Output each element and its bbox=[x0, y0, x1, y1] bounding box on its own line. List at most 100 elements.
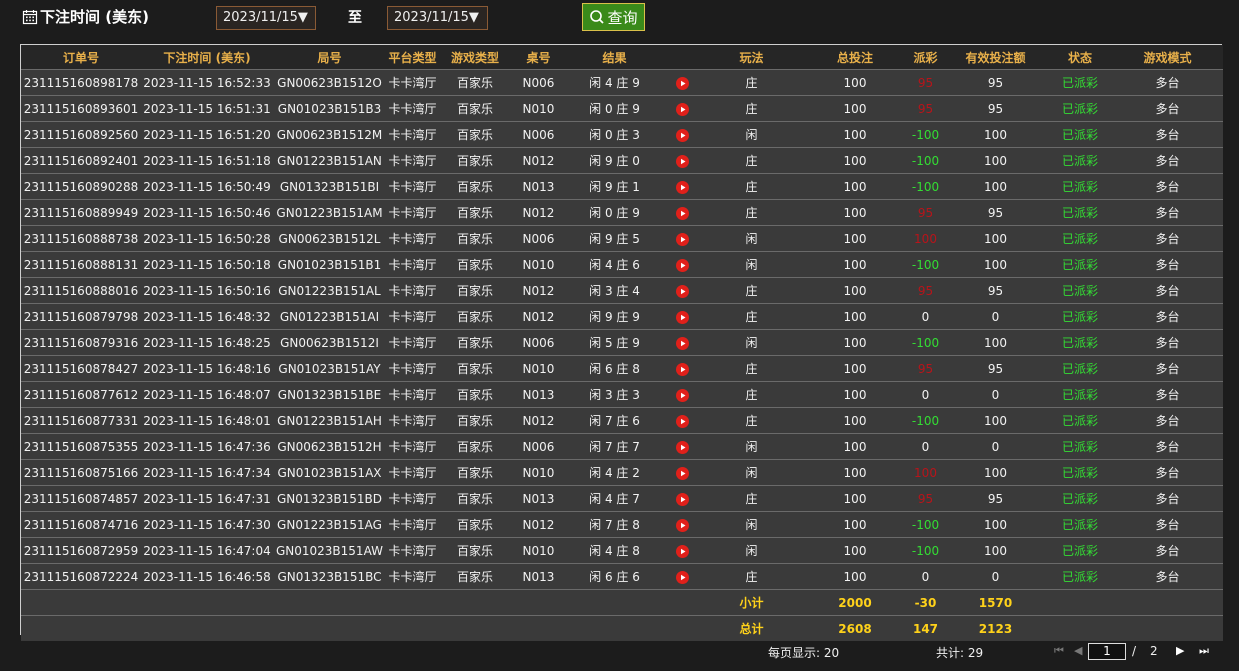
order-number-cell: 231115160898178 bbox=[21, 69, 141, 96]
col-play-type: 玩法 bbox=[701, 45, 802, 70]
play-icon[interactable] bbox=[675, 388, 689, 402]
play-icon[interactable] bbox=[675, 206, 689, 220]
play-icon[interactable] bbox=[675, 310, 689, 324]
next-page-icon[interactable]: ▶ bbox=[1176, 644, 1184, 657]
play-type-cell: 庄 bbox=[701, 485, 802, 512]
replay-cell[interactable] bbox=[663, 147, 701, 174]
status-cell: 已派彩 bbox=[1048, 147, 1112, 174]
play-icon[interactable] bbox=[675, 466, 689, 480]
status-cell: 已派彩 bbox=[1048, 69, 1112, 96]
order-number-cell: 231115160877612 bbox=[21, 381, 141, 408]
table-number-cell: N006 bbox=[511, 121, 566, 148]
total-row-payout: 147 bbox=[908, 615, 943, 641]
platform-cell: 卡卡湾厅 bbox=[386, 95, 439, 122]
round-id-cell: GN01323B151BE bbox=[273, 381, 386, 408]
first-page-icon[interactable]: ⏮ bbox=[1054, 644, 1064, 658]
total-bet-cell: 100 bbox=[802, 433, 908, 460]
play-icon[interactable] bbox=[675, 336, 689, 350]
empty-cell bbox=[141, 615, 273, 641]
date-from-select[interactable]: 2023/11/15▼ bbox=[216, 6, 316, 30]
valid-bet-cell: 100 bbox=[943, 329, 1048, 356]
payout-cell: 95 bbox=[908, 277, 943, 304]
replay-cell[interactable] bbox=[663, 433, 701, 460]
game-type-cell: 百家乐 bbox=[439, 277, 511, 304]
replay-cell[interactable] bbox=[663, 381, 701, 408]
game-type-cell: 百家乐 bbox=[439, 563, 511, 590]
replay-cell[interactable] bbox=[663, 511, 701, 538]
play-icon[interactable] bbox=[675, 180, 689, 194]
replay-cell[interactable] bbox=[663, 563, 701, 590]
replay-cell[interactable] bbox=[663, 95, 701, 122]
table-number-cell: N013 bbox=[511, 381, 566, 408]
replay-cell[interactable] bbox=[663, 199, 701, 226]
date-range-separator: 至 bbox=[348, 10, 362, 26]
replay-cell[interactable] bbox=[663, 303, 701, 330]
play-icon[interactable] bbox=[675, 102, 689, 116]
play-icon[interactable] bbox=[675, 76, 689, 90]
replay-cell[interactable] bbox=[663, 251, 701, 278]
total-bet-cell: 100 bbox=[802, 381, 908, 408]
status-cell: 已派彩 bbox=[1048, 121, 1112, 148]
date-to-select[interactable]: 2023/11/15▼ bbox=[387, 6, 488, 30]
platform-cell: 卡卡湾厅 bbox=[386, 199, 439, 226]
valid-bet-cell: 0 bbox=[943, 381, 1048, 408]
total-row: 总计 2608 147 2123 bbox=[21, 615, 1223, 641]
game-mode-cell: 多台 bbox=[1112, 225, 1223, 252]
play-type-cell: 庄 bbox=[701, 95, 802, 122]
round-id-cell: GN01023B151AX bbox=[273, 459, 386, 486]
play-icon[interactable] bbox=[675, 232, 689, 246]
table-row: 231115160879316 2023-11-15 16:48:25 GN0062… bbox=[21, 329, 1223, 356]
current-page-input[interactable]: 1 bbox=[1088, 643, 1126, 660]
replay-cell[interactable] bbox=[663, 329, 701, 356]
col-game-type: 游戏类型 bbox=[439, 45, 511, 70]
replay-cell[interactable] bbox=[663, 277, 701, 304]
result-cell: 闲 7 庄 8 bbox=[566, 511, 663, 538]
valid-bet-cell: 95 bbox=[943, 69, 1048, 96]
status-cell: 已派彩 bbox=[1048, 355, 1112, 382]
replay-cell[interactable] bbox=[663, 355, 701, 382]
play-icon[interactable] bbox=[675, 518, 689, 532]
play-icon[interactable] bbox=[675, 414, 689, 428]
result-cell: 闲 0 庄 3 bbox=[566, 121, 663, 148]
play-icon[interactable] bbox=[675, 284, 689, 298]
play-icon[interactable] bbox=[675, 570, 689, 584]
play-icon[interactable] bbox=[675, 492, 689, 506]
prev-page-icon[interactable]: ◀ bbox=[1074, 644, 1082, 657]
play-icon[interactable] bbox=[675, 258, 689, 272]
play-type-cell: 闲 bbox=[701, 329, 802, 356]
play-icon[interactable] bbox=[675, 362, 689, 376]
payout-cell: -100 bbox=[908, 511, 943, 538]
replay-cell[interactable] bbox=[663, 407, 701, 434]
last-page-icon[interactable]: ⏭ bbox=[1199, 644, 1209, 658]
total-bet-cell: 100 bbox=[802, 69, 908, 96]
status-cell: 已派彩 bbox=[1048, 407, 1112, 434]
game-mode-cell: 多台 bbox=[1112, 459, 1223, 486]
total-bet-cell: 100 bbox=[802, 355, 908, 382]
play-icon[interactable] bbox=[675, 154, 689, 168]
replay-cell[interactable] bbox=[663, 537, 701, 564]
play-icon[interactable] bbox=[675, 440, 689, 454]
replay-cell[interactable] bbox=[663, 225, 701, 252]
game-mode-cell: 多台 bbox=[1112, 303, 1223, 330]
platform-cell: 卡卡湾厅 bbox=[386, 303, 439, 330]
total-row-label: 总计 bbox=[701, 615, 802, 641]
platform-cell: 卡卡湾厅 bbox=[386, 537, 439, 564]
replay-cell[interactable] bbox=[663, 485, 701, 512]
table-row: 231115160888738 2023-11-15 16:50:28 GN0062… bbox=[21, 225, 1223, 252]
play-icon[interactable] bbox=[675, 128, 689, 142]
col-round-id: 局号 bbox=[273, 45, 386, 70]
round-id-cell: GN01223B151AG bbox=[273, 511, 386, 538]
play-type-cell: 庄 bbox=[701, 407, 802, 434]
game-type-cell: 百家乐 bbox=[439, 251, 511, 278]
col-bet-time: 下注时间 (美东) bbox=[141, 45, 273, 70]
bet-time-cell: 2023-11-15 16:47:04 bbox=[141, 537, 273, 564]
replay-cell[interactable] bbox=[663, 459, 701, 486]
replay-cell[interactable] bbox=[663, 69, 701, 96]
replay-cell[interactable] bbox=[663, 173, 701, 200]
table-number-cell: N013 bbox=[511, 173, 566, 200]
replay-cell[interactable] bbox=[663, 121, 701, 148]
platform-cell: 卡卡湾厅 bbox=[386, 355, 439, 382]
query-button[interactable]: 查询 bbox=[582, 3, 645, 31]
result-cell: 闲 9 庄 5 bbox=[566, 225, 663, 252]
play-icon[interactable] bbox=[675, 544, 689, 558]
